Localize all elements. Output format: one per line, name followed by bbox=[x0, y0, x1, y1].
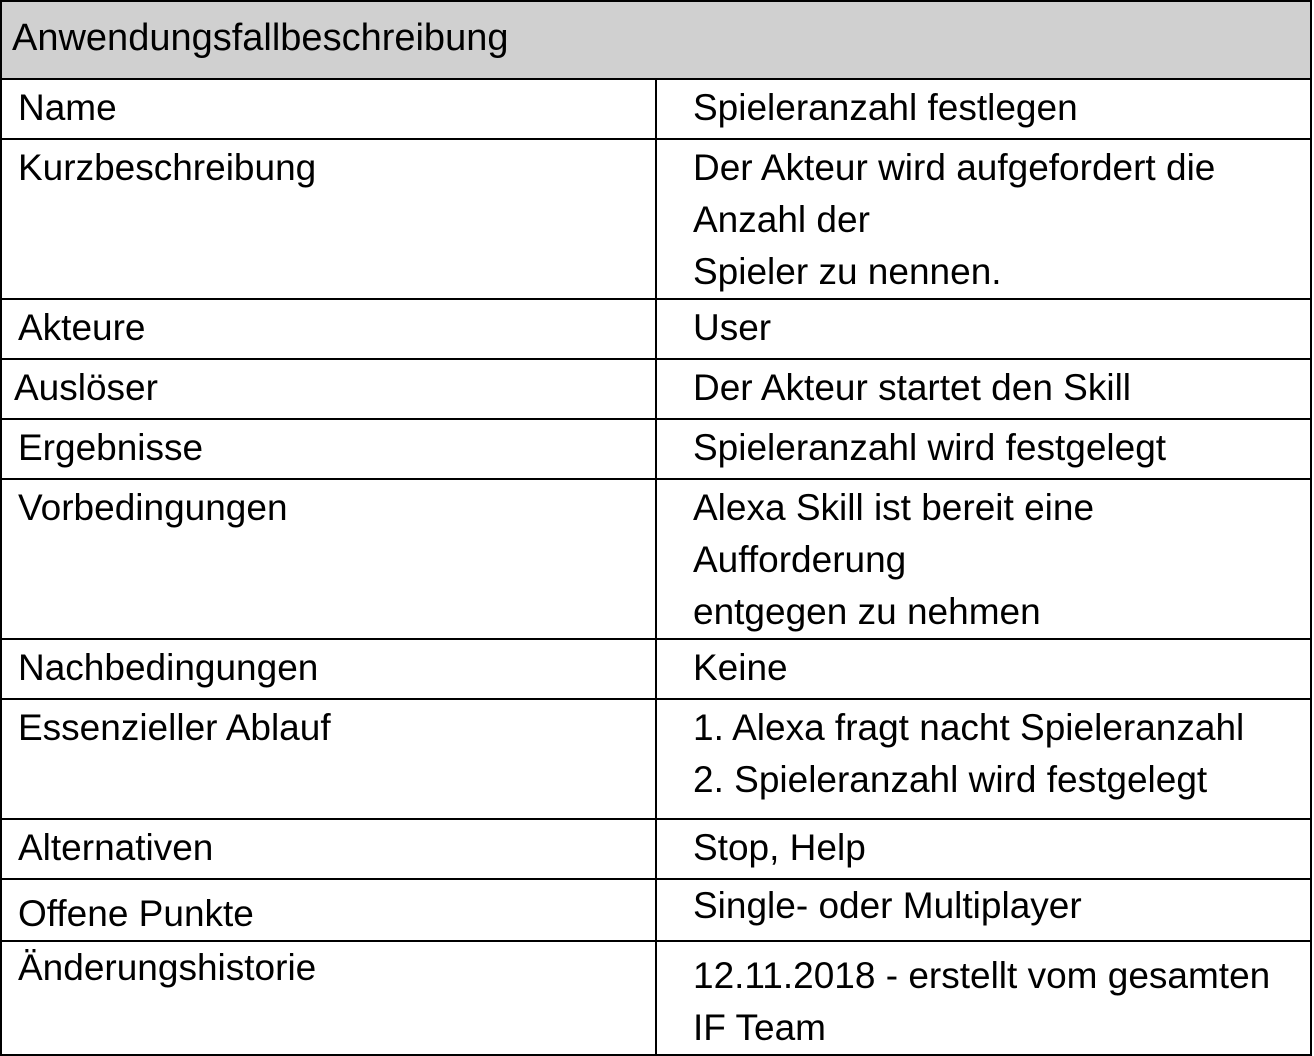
row-value-cell: User bbox=[655, 298, 1312, 360]
table-row-name: Name Spieleranzahl festlegen bbox=[0, 78, 1312, 140]
row-value: Der Akteur startet den Skill bbox=[693, 367, 1132, 408]
table-row-essenzieller-ablauf: Essenzieller Ablauf 1. Alexa fragt nacht… bbox=[0, 698, 1312, 820]
row-value-cell: Stop, Help bbox=[655, 818, 1312, 880]
row-label-cell: Kurzbeschreibung bbox=[0, 138, 657, 300]
row-value: Spieleranzahl festlegen bbox=[693, 87, 1078, 128]
row-value-cell: 1. Alexa fragt nacht Spieleranzahl 2. Sp… bbox=[655, 698, 1312, 820]
row-value-line: Der Akteur wird aufgefordert die Anzahl … bbox=[693, 147, 1216, 240]
row-label: Ergebnisse bbox=[18, 427, 204, 468]
row-value-cell: Single- oder Multiplayer bbox=[655, 878, 1312, 942]
row-label-cell: Alternativen bbox=[0, 818, 657, 880]
row-value-cell: Der Akteur wird aufgefordert die Anzahl … bbox=[655, 138, 1312, 300]
row-value-line: entgegen zu nehmen bbox=[693, 591, 1041, 632]
row-label: Kurzbeschreibung bbox=[18, 147, 317, 188]
row-value-cell: Alexa Skill ist bereit eine Aufforderung… bbox=[655, 478, 1312, 640]
row-value: 12.11.2018 - erstellt vom gesamten IF Te… bbox=[693, 955, 1271, 1048]
use-case-document: Anwendungsfallbeschreibung Name Spielera… bbox=[0, 0, 1314, 1056]
table-row-nachbedingungen: Nachbedingungen Keine bbox=[0, 638, 1312, 700]
row-label: Essenzieller Ablauf bbox=[18, 707, 331, 748]
row-label-cell: Akteure bbox=[0, 298, 657, 360]
table-row-aenderungshistorie: Änderungshistorie 12.11.2018 - erstellt … bbox=[0, 940, 1312, 1056]
table-row-ergebnisse: Ergebnisse Spieleranzahl wird festgelegt bbox=[0, 418, 1312, 480]
row-label: Akteure bbox=[18, 307, 146, 348]
row-value-line: Spieler zu nennen. bbox=[693, 251, 1002, 292]
row-label-cell: Offene Punkte bbox=[0, 878, 657, 942]
row-label: Vorbedingungen bbox=[18, 487, 288, 528]
row-label-cell: Ergebnisse bbox=[0, 418, 657, 480]
row-value-line: 1. Alexa fragt nacht Spieleranzahl bbox=[693, 707, 1245, 748]
row-label-cell: Auslöser bbox=[0, 358, 657, 420]
use-case-table: Anwendungsfallbeschreibung Name Spielera… bbox=[0, 0, 1312, 1056]
row-label-cell: Essenzieller Ablauf bbox=[0, 698, 657, 820]
row-label: Alternativen bbox=[18, 827, 214, 868]
table-header-cell: Anwendungsfallbeschreibung bbox=[0, 0, 1312, 80]
table-header-row: Anwendungsfallbeschreibung bbox=[0, 0, 1312, 80]
row-value-cell: Keine bbox=[655, 638, 1312, 700]
row-value-cell: Spieleranzahl festlegen bbox=[655, 78, 1312, 140]
table-row-alternativen: Alternativen Stop, Help bbox=[0, 818, 1312, 880]
row-label-cell: Änderungshistorie bbox=[0, 940, 657, 1056]
row-label: Änderungshistorie bbox=[18, 947, 317, 988]
row-value: Single- oder Multiplayer bbox=[693, 885, 1082, 926]
row-value-line: Alexa Skill ist bereit eine Aufforderung bbox=[693, 487, 1095, 580]
row-label: Offene Punkte bbox=[18, 893, 254, 934]
table-row-offene-punkte: Offene Punkte Single- oder Multiplayer bbox=[0, 878, 1312, 942]
row-value: Keine bbox=[693, 647, 788, 688]
table-row-kurzbeschreibung: Kurzbeschreibung Der Akteur wird aufgefo… bbox=[0, 138, 1312, 300]
table-row-vorbedingungen: Vorbedingungen Alexa Skill ist bereit ei… bbox=[0, 478, 1312, 640]
row-value: Spieleranzahl wird festgelegt bbox=[693, 427, 1167, 468]
table-row-ausloeser: Auslöser Der Akteur startet den Skill bbox=[0, 358, 1312, 420]
row-value-cell: 12.11.2018 - erstellt vom gesamten IF Te… bbox=[655, 940, 1312, 1056]
row-label-cell: Name bbox=[0, 78, 657, 140]
table-row-akteure: Akteure User bbox=[0, 298, 1312, 360]
row-label-cell: Nachbedingungen bbox=[0, 638, 657, 700]
table-title: Anwendungsfallbeschreibung bbox=[12, 17, 509, 59]
row-label: Nachbedingungen bbox=[18, 647, 319, 688]
row-label: Name bbox=[18, 87, 117, 128]
row-label: Auslöser bbox=[14, 367, 158, 408]
row-value-cell: Spieleranzahl wird festgelegt bbox=[655, 418, 1312, 480]
row-value: Stop, Help bbox=[693, 827, 866, 868]
row-value-cell: Der Akteur startet den Skill bbox=[655, 358, 1312, 420]
row-label-cell: Vorbedingungen bbox=[0, 478, 657, 640]
row-value-line: 2. Spieleranzahl wird festgelegt bbox=[693, 759, 1208, 800]
row-value: User bbox=[693, 307, 772, 348]
